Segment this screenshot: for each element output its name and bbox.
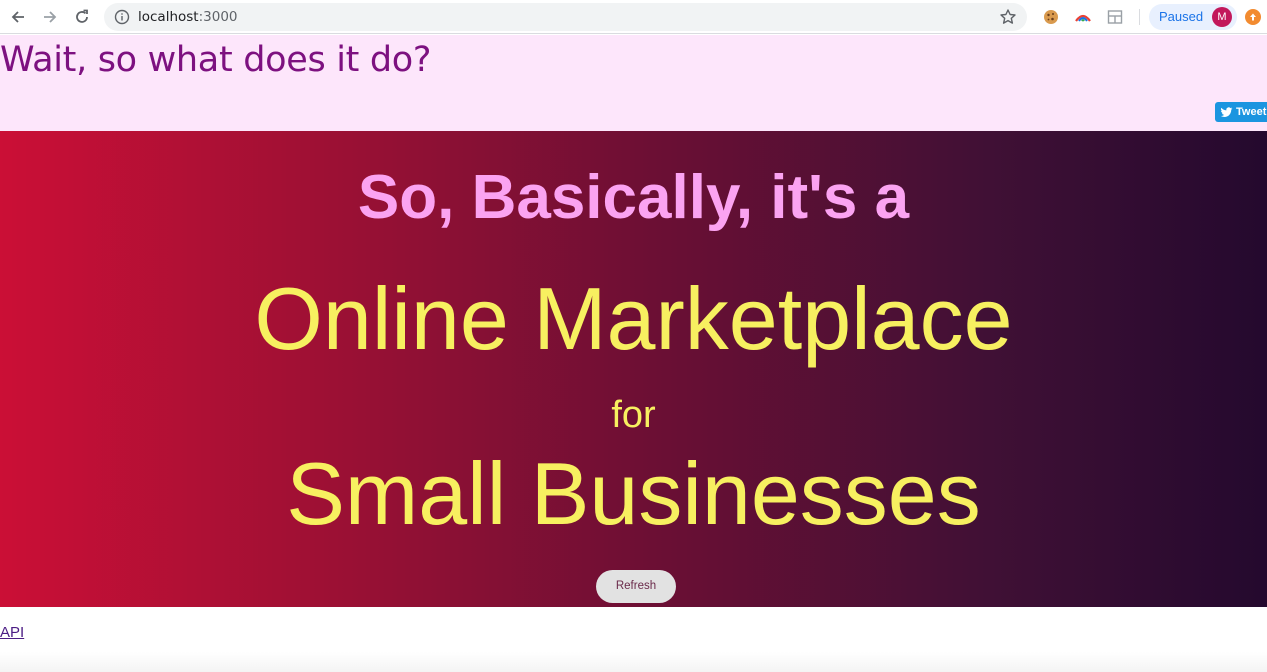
page-bottom-shade: [0, 652, 1267, 672]
top-banner: Wait, so what does it do? Tweet: [0, 35, 1267, 131]
up-arrow-icon: [1250, 13, 1256, 21]
cookie-extension-button[interactable]: [1041, 7, 1061, 27]
arc-extension-icon: [1075, 14, 1091, 22]
forward-arrow-icon: [44, 11, 57, 23]
url-port: :3000: [198, 9, 238, 25]
info-icon[interactable]: [114, 9, 130, 25]
url-text: localhost:3000: [138, 9, 238, 25]
tweet-button[interactable]: Tweet: [1215, 102, 1267, 122]
hero-audience: Small Businesses: [286, 444, 981, 543]
back-button[interactable]: [6, 5, 30, 29]
profile-status: Paused: [1159, 9, 1204, 24]
arc-extension-button[interactable]: [1073, 7, 1093, 27]
twitter-bird-icon: [1220, 106, 1233, 117]
avatar: M: [1212, 7, 1232, 27]
hero-intro: So, Basically, it's a: [357, 163, 910, 232]
star-icon[interactable]: [999, 8, 1017, 26]
back-arrow-icon: [11, 11, 24, 23]
reload-button[interactable]: [70, 5, 94, 29]
hero-connector: for: [611, 394, 656, 436]
layout-extension-button[interactable]: [1105, 7, 1125, 27]
page-heading: Wait, so what does it do?: [0, 40, 432, 80]
hero-section: So, Basically, it's a Online Marketplace…: [0, 131, 1267, 607]
cookie-icon: [1044, 10, 1058, 24]
address-bar[interactable]: localhost:3000: [104, 3, 1027, 31]
reload-icon: [76, 9, 88, 23]
url-host: localhost: [138, 9, 199, 25]
profile-button[interactable]: Paused M: [1149, 4, 1237, 30]
toolbar-separator: [1139, 9, 1140, 25]
api-link[interactable]: API: [0, 624, 24, 642]
hero-product: Online Marketplace: [254, 269, 1013, 368]
forward-button[interactable]: [38, 5, 62, 29]
layout-extension-icon: [1107, 10, 1123, 24]
tweet-label: Tweet: [1236, 106, 1267, 118]
refresh-button[interactable]: Refresh: [596, 570, 676, 603]
browser-toolbar: localhost:3000 Paused M: [0, 0, 1267, 34]
update-icon[interactable]: [1245, 9, 1261, 25]
